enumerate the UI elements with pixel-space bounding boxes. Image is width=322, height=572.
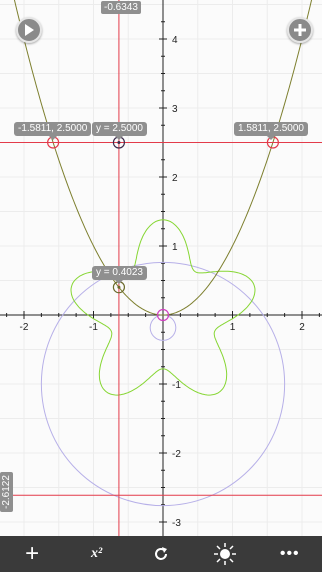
redo-button[interactable] [141, 536, 181, 572]
graph-canvas[interactable]: -2 -1 1 2 4 3 2 1 -1 -2 -3 [0, 0, 322, 536]
function-button[interactable]: x² [77, 536, 117, 572]
play-icon [25, 24, 34, 36]
play-button[interactable] [16, 17, 42, 43]
coordinate-axes [0, 0, 322, 536]
x-tick-label: 1 [230, 322, 236, 333]
redo-icon [154, 547, 167, 560]
plus-icon [294, 24, 306, 36]
trace-lines [0, 0, 322, 536]
bottom-toolbar: + x² ••• [0, 536, 322, 572]
y-tick-label: 4 [172, 35, 178, 46]
x-tick-label: -2 [20, 322, 29, 333]
left-intersection-label: -1.5811, 2.5000 [14, 122, 92, 140]
x-trace-value: -0.6343 [101, 1, 141, 14]
more-icon: ••• [279, 545, 300, 562]
function-icon: x² [90, 546, 103, 561]
y-tick-label: 1 [172, 242, 178, 253]
x-tick-label: 2 [299, 322, 305, 333]
brightness-icon [214, 543, 237, 565]
add-icon: + [25, 540, 40, 567]
y-tick-label: -2 [172, 449, 181, 460]
zoom-in-button[interactable] [287, 17, 313, 43]
trace-point-dot [117, 141, 121, 144]
y-tick-label: -3 [172, 518, 181, 529]
y-tick-label: -1 [172, 380, 181, 391]
x-tick-label: -1 [89, 322, 98, 333]
grid-lines [0, 0, 322, 536]
y-tick-label: 3 [172, 104, 178, 115]
add-button[interactable]: + [12, 536, 52, 572]
lower-trace-label: y = 0.4023 [92, 266, 147, 284]
right-intersection-label: 1.5811, 2.5000 [234, 122, 308, 140]
trace-y-label: y = 2.5000 [92, 122, 147, 140]
lower-trace-dot [117, 285, 121, 289]
brightness-button[interactable] [205, 536, 245, 572]
more-button[interactable]: ••• [270, 536, 310, 572]
y-tick-label: 2 [172, 173, 178, 184]
y-trace-value: -2.6122 [0, 472, 13, 512]
